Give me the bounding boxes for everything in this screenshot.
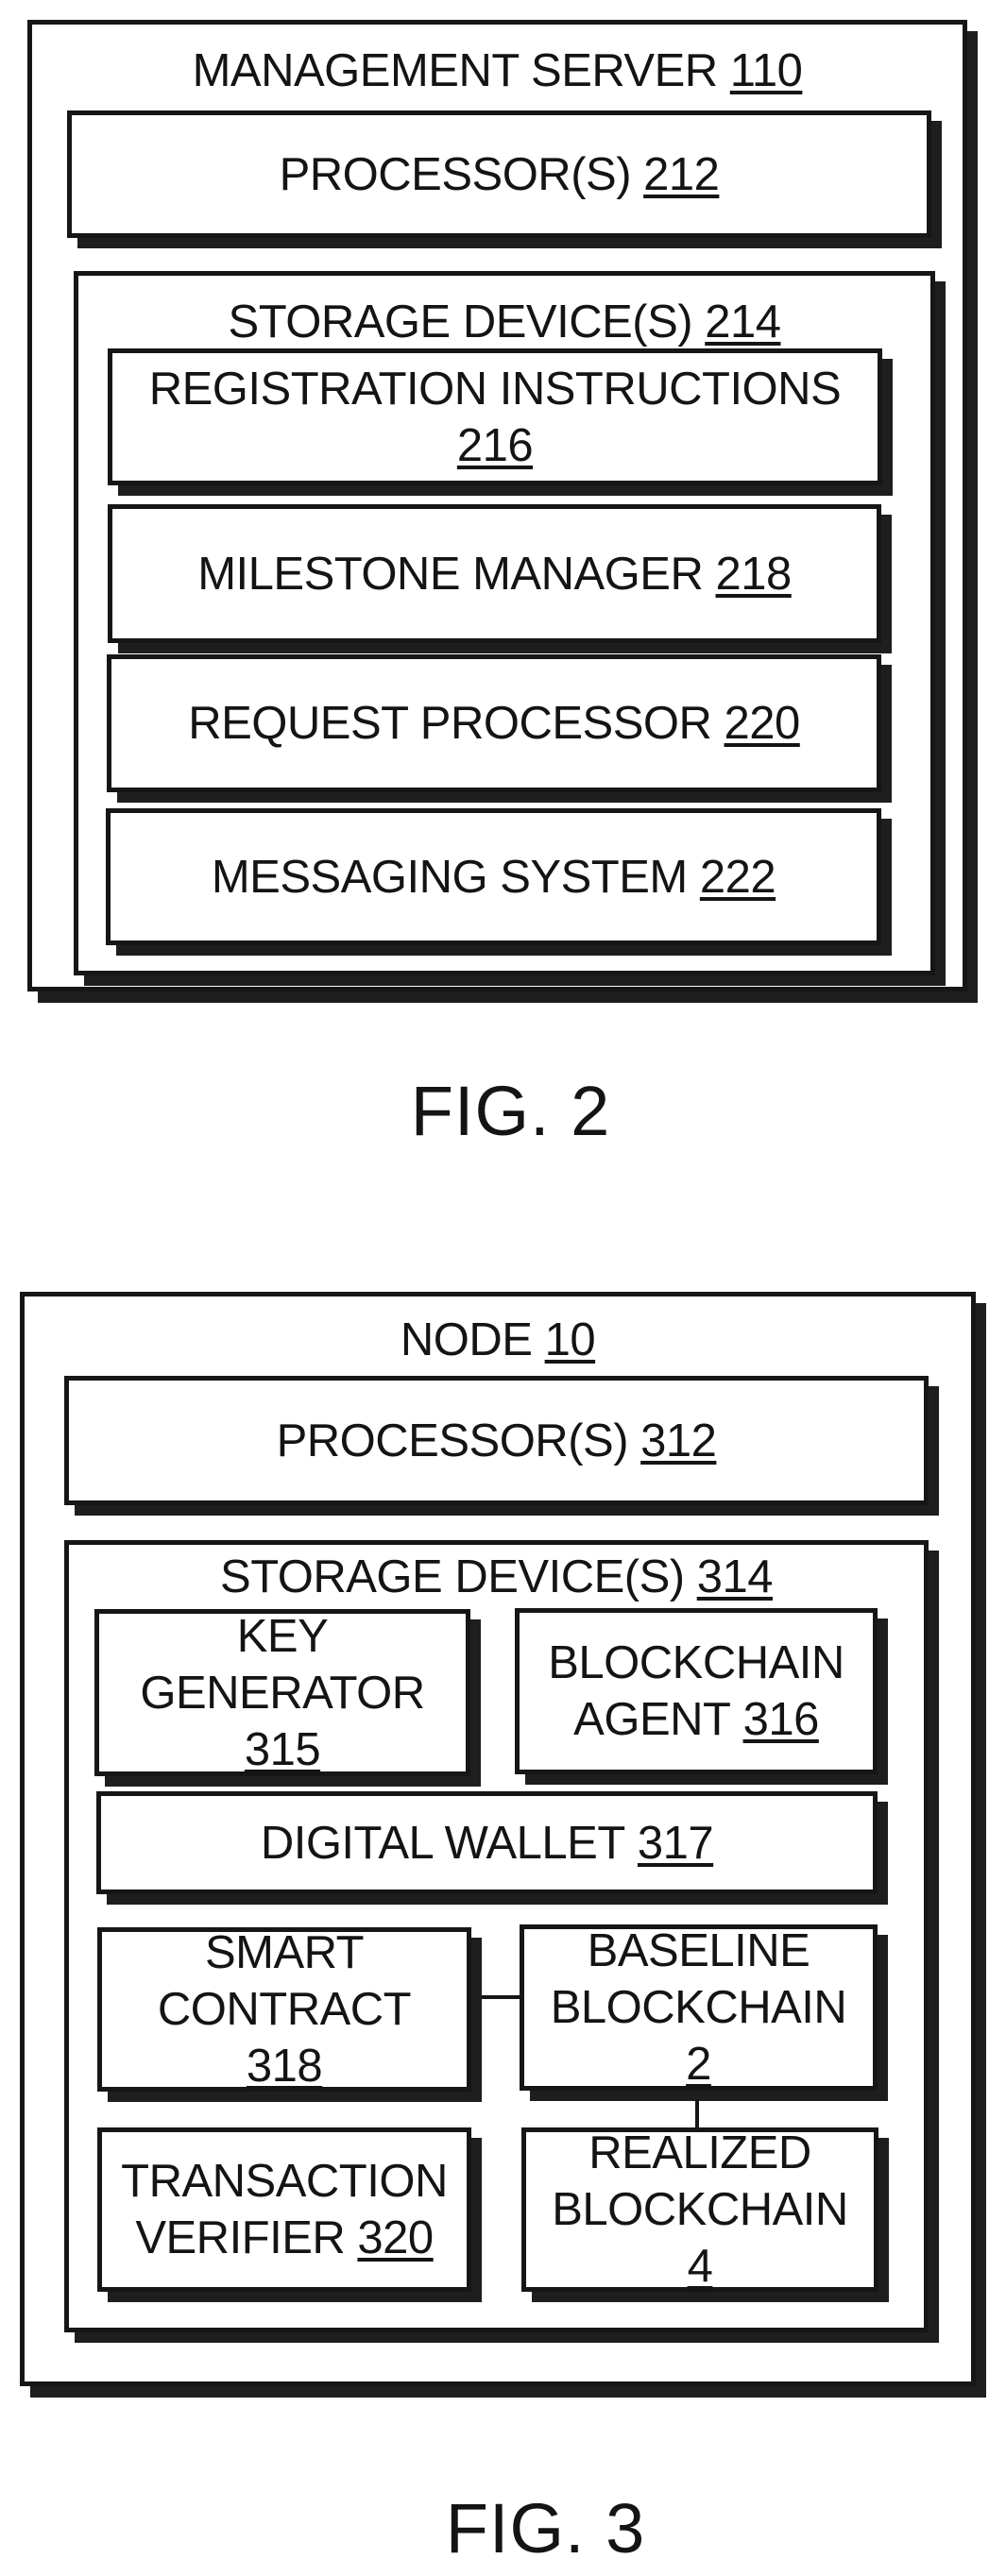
blockchain-agent-ref: 316 [742, 1694, 820, 1745]
key-generator-line1: KEY [236, 1610, 329, 1662]
node-ref: 10 [544, 1314, 596, 1365]
node-storage-title: STORAGE DEVICE(S) [220, 1551, 685, 1602]
messaging-system-box: MESSAGING SYSTEM 222 [106, 808, 881, 945]
registration-instructions-box: REGISTRATION INSTRUCTIONS 216 [108, 348, 882, 485]
realized-blockchain-ref: 4 [687, 2241, 713, 2292]
smart-contract-line1: SMART [204, 1927, 365, 1978]
realized-blockchain-label: REALIZED BLOCKCHAIN 4 [526, 2127, 874, 2292]
smart-contract-line2: CONTRACT [157, 1984, 412, 2035]
storage-title: STORAGE DEVICE(S) [228, 297, 693, 347]
baseline-blockchain-label: BASELINE BLOCKCHAIN 2 [524, 1925, 873, 2090]
transaction-verifier-line2: VERIFIER [135, 2212, 346, 2263]
messaging-system-title: MESSAGING SYSTEM [211, 851, 688, 903]
smart-contract-baseline-connector [482, 1995, 520, 1999]
registration-instructions-ref: 216 [456, 419, 534, 471]
registration-instructions-title: REGISTRATION INSTRUCTIONS [148, 363, 842, 415]
baseline-blockchain-line2: BLOCKCHAIN [550, 1982, 847, 2033]
transaction-verifier-box: TRANSACTION VERIFIER 320 [97, 2127, 471, 2292]
request-processor-label: REQUEST PROCESSOR 220 [111, 659, 877, 788]
digital-wallet-ref: 317 [637, 1817, 714, 1869]
smart-contract-label: SMART CONTRACT 318 [102, 1927, 467, 2092]
milestone-manager-box: MILESTONE MANAGER 218 [108, 504, 881, 643]
node-processor-title: PROCESSOR(S) [276, 1415, 629, 1466]
realized-blockchain-line1: REALIZED [588, 2127, 811, 2178]
storage-ref: 214 [705, 297, 781, 347]
management-server-label: MANAGEMENT SERVER 110 [32, 47, 963, 94]
figure-caption-2: FIG. 2 [410, 1072, 611, 1150]
storage-devices-label-214: STORAGE DEVICE(S) 214 [78, 298, 930, 346]
processor-title: PROCESSOR(S) [279, 148, 632, 200]
transaction-verifier-label: TRANSACTION VERIFIER 320 [102, 2132, 467, 2287]
processor-label-212: PROCESSOR(S) 212 [72, 115, 927, 233]
processor-ref: 212 [643, 148, 720, 200]
milestone-manager-ref: 218 [715, 548, 793, 600]
baseline-blockchain-ref: 2 [686, 2039, 711, 2090]
request-processor-box: REQUEST PROCESSOR 220 [107, 654, 881, 792]
node-storage-ref: 314 [696, 1551, 774, 1602]
smart-contract-box: SMART CONTRACT 318 [97, 1927, 471, 2092]
key-generator-box: KEY GENERATOR 315 [94, 1609, 470, 1776]
processor-box-212: PROCESSOR(S) 212 [67, 110, 931, 238]
registration-instructions-label: REGISTRATION INSTRUCTIONS 216 [112, 353, 878, 481]
blockchain-agent-line1: BLOCKCHAIN [548, 1637, 844, 1688]
node-title: NODE [400, 1314, 533, 1365]
key-generator-label: KEY GENERATOR 315 [99, 1611, 466, 1775]
blockchain-agent-box: BLOCKCHAIN AGENT 316 [515, 1608, 878, 1774]
baseline-blockchain-line1: BASELINE [587, 1925, 810, 1976]
blockchain-agent-line2: AGENT [573, 1694, 731, 1745]
transaction-verifier-line1: TRANSACTION [121, 2156, 448, 2207]
digital-wallet-title: DIGITAL WALLET [260, 1817, 625, 1869]
messaging-system-label: MESSAGING SYSTEM 222 [111, 813, 877, 941]
messaging-system-ref: 222 [699, 851, 776, 903]
key-generator-line2: GENERATOR [140, 1667, 425, 1719]
management-server-ref: 110 [729, 45, 803, 96]
blockchain-agent-label: BLOCKCHAIN AGENT 316 [520, 1613, 873, 1770]
milestone-manager-label: MILESTONE MANAGER 218 [112, 509, 877, 638]
storage-devices-label-314: STORAGE DEVICE(S) 314 [69, 1553, 924, 1601]
processor-box-312: PROCESSOR(S) 312 [64, 1376, 929, 1505]
figure-caption-3: FIG. 3 [445, 2489, 646, 2568]
management-server-title: MANAGEMENT SERVER [192, 45, 719, 96]
transaction-verifier-ref: 320 [357, 2212, 434, 2263]
key-generator-ref: 315 [244, 1723, 321, 1775]
milestone-manager-title: MILESTONE MANAGER [197, 548, 704, 600]
processor-label-312: PROCESSOR(S) 312 [69, 1381, 924, 1500]
node-label: NODE 10 [25, 1316, 971, 1364]
node-processor-ref: 312 [640, 1415, 717, 1466]
baseline-realized-connector [695, 2099, 699, 2128]
digital-wallet-label: DIGITAL WALLET 317 [101, 1796, 873, 1890]
baseline-blockchain-box: BASELINE BLOCKCHAIN 2 [520, 1924, 878, 2091]
request-processor-title: REQUEST PROCESSOR [188, 698, 712, 749]
realized-blockchain-line2: BLOCKCHAIN [552, 2184, 848, 2235]
digital-wallet-box: DIGITAL WALLET 317 [96, 1791, 878, 1894]
request-processor-ref: 220 [724, 698, 801, 749]
smart-contract-ref: 318 [246, 2041, 323, 2092]
realized-blockchain-box: REALIZED BLOCKCHAIN 4 [521, 2127, 878, 2292]
